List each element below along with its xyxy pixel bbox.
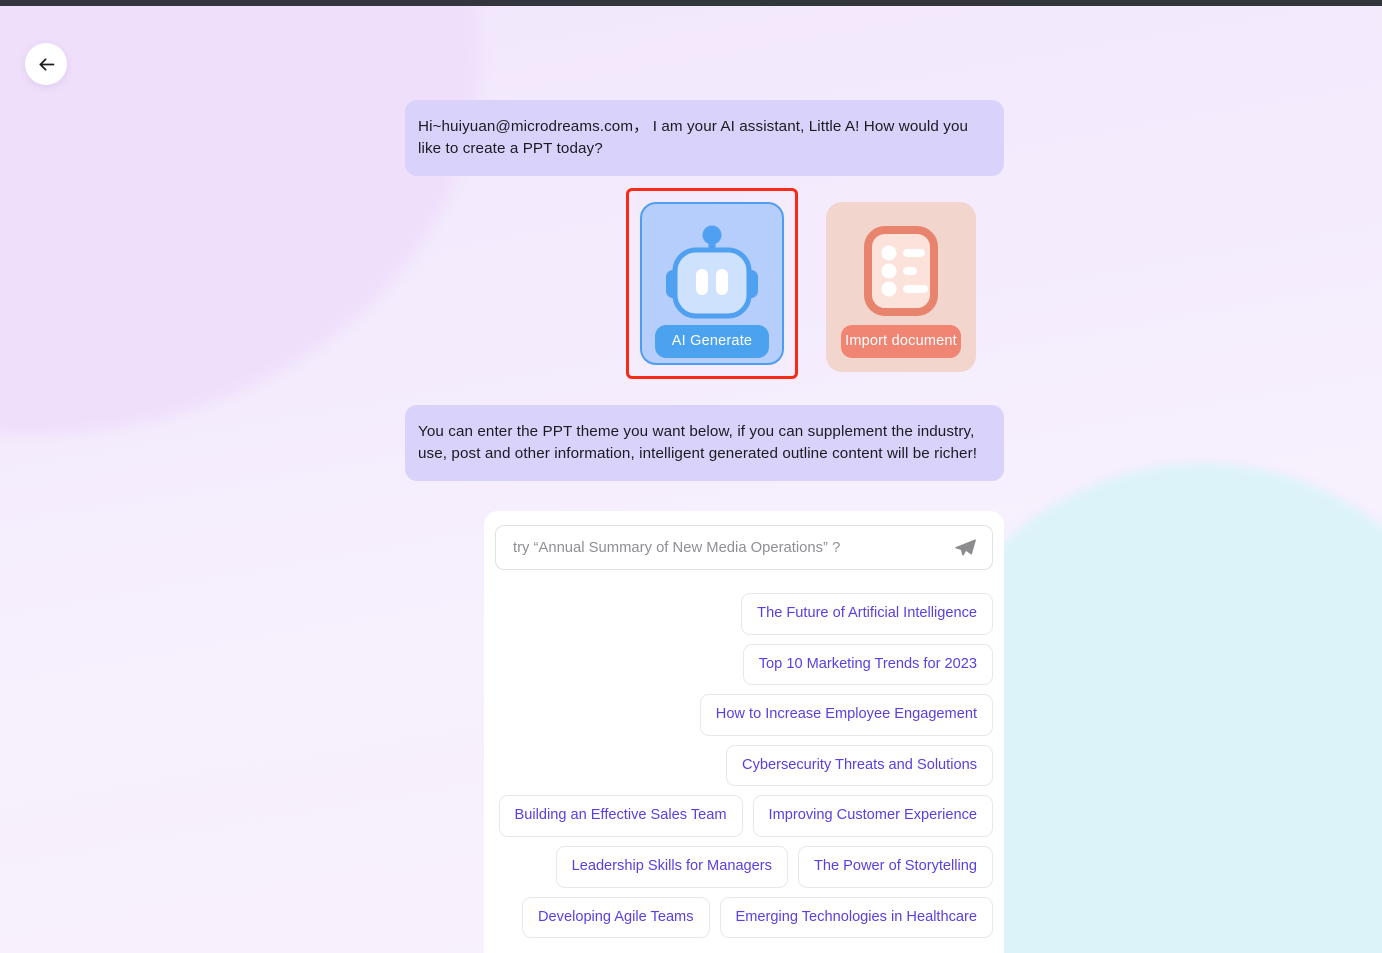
suggestion-chip[interactable]: Cybersecurity Threats and Solutions [726, 744, 993, 787]
assistant-message-instruction: You can enter the PPT theme you want bel… [405, 405, 1004, 481]
robot-icon [660, 224, 764, 325]
theme-search-box[interactable] [495, 525, 993, 570]
mode-card-ai-generate-highlight: AI Generate [626, 188, 798, 379]
mode-card-import-document[interactable]: Import document [826, 202, 976, 372]
suggestion-chip[interactable]: Developing Agile Teams [522, 896, 710, 939]
import-document-button-label[interactable]: Import document [841, 325, 961, 358]
input-panel: The Future of Artificial Intelligence To… [484, 511, 1004, 953]
send-plane-icon[interactable] [953, 536, 977, 560]
suggestion-chip[interactable]: How to Increase Employee Engagement [699, 694, 993, 736]
arrow-left-icon [36, 54, 57, 75]
ai-generate-button-label[interactable]: AI Generate [655, 325, 769, 358]
suggestion-chip[interactable]: Building an Effective Sales Team [498, 795, 743, 837]
conversation: Hi~huiyuan@microdreams.com， I am your AI… [0, 6, 1382, 953]
document-list-icon [853, 224, 949, 325]
back-button[interactable] [25, 43, 67, 85]
mode-card-ai-generate[interactable]: AI Generate [640, 202, 784, 365]
suggestion-chip[interactable]: Improving Customer Experience [752, 795, 993, 837]
theme-search-input[interactable] [513, 539, 953, 556]
mode-card-list: AI Generate Import document [626, 188, 990, 386]
suggestion-chip[interactable]: Leadership Skills for Managers [555, 845, 788, 888]
window-titlebar [0, 0, 1382, 6]
suggestion-chip[interactable]: Emerging Technologies in Healthcare [719, 896, 993, 939]
suggestion-chip[interactable]: Top 10 Marketing Trends for 2023 [742, 643, 993, 686]
suggestion-chip-list: The Future of Artificial Intelligence To… [495, 593, 993, 948]
mode-card-import-document-wrap: Import document [812, 188, 990, 386]
assistant-message-greeting: Hi~huiyuan@microdreams.com， I am your AI… [405, 100, 1004, 176]
suggestion-chip[interactable]: The Future of Artificial Intelligence [741, 593, 993, 635]
suggestion-chip[interactable]: The Power of Storytelling [797, 845, 993, 888]
